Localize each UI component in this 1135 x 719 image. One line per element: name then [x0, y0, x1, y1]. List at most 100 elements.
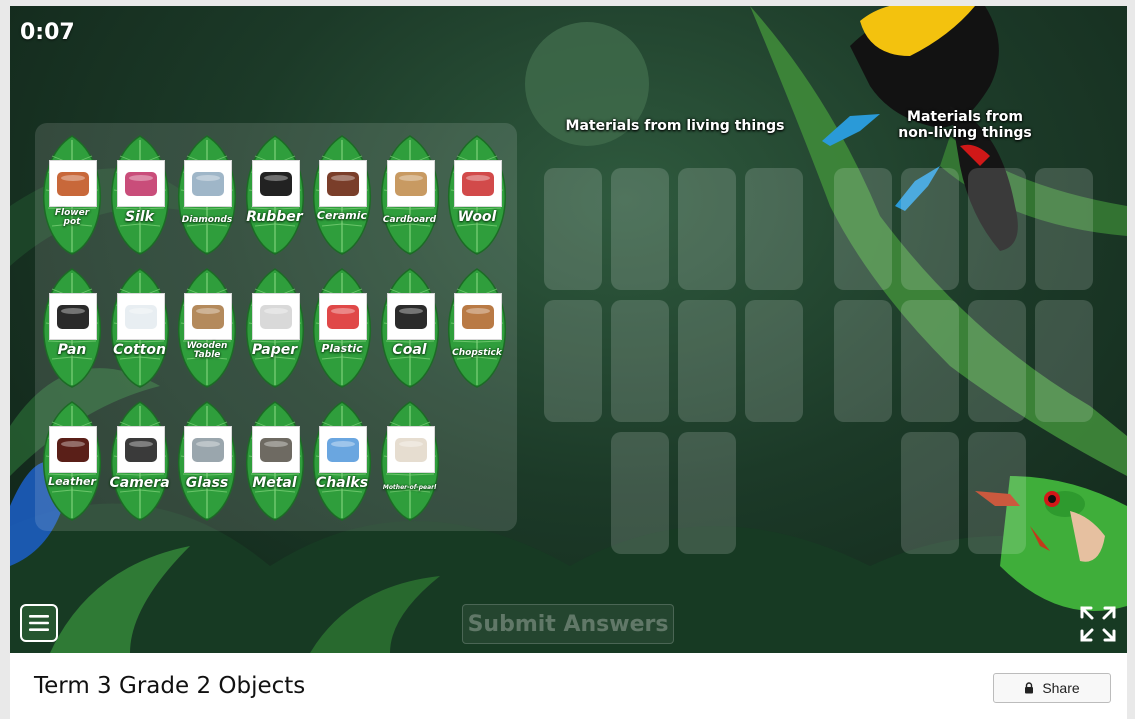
cardboard-box-icon	[394, 171, 427, 196]
plastic-toys-icon	[327, 304, 359, 329]
chalks-icon	[327, 437, 359, 462]
flower-pot-icon	[57, 171, 89, 196]
item-label: Chopstick	[452, 348, 502, 358]
drop-slot-living[interactable]	[678, 168, 736, 290]
drop-slot-living[interactable]	[611, 300, 669, 422]
drop-slot-nonliving[interactable]	[968, 300, 1026, 422]
item-card[interactable]: Cardboard	[380, 134, 440, 256]
item-label: Coal	[392, 342, 427, 358]
item-card[interactable]: Rubber	[245, 134, 305, 256]
item-card[interactable]: Glass	[177, 400, 237, 522]
item-label: Mother-of-pearl	[382, 484, 437, 491]
fullscreen-icon[interactable]	[1078, 604, 1118, 644]
drop-slot-nonliving[interactable]	[901, 168, 959, 290]
item-label: Pan	[57, 342, 87, 358]
item-label: Leather	[48, 475, 96, 488]
item-label: Silk	[125, 209, 154, 225]
item-picture	[386, 426, 435, 473]
item-card[interactable]: Chalks	[312, 400, 372, 522]
category-title-nonliving: Materials from non-living things	[880, 109, 1050, 141]
timer: 0:07	[20, 20, 75, 45]
category-title-nonliving-line2: non-living things	[898, 125, 1032, 142]
item-card[interactable]: Pan	[42, 267, 102, 389]
item-label-line2: Table	[193, 350, 221, 360]
submit-answers-button[interactable]: Submit Answers	[462, 604, 674, 644]
item-label: Cardboard	[382, 215, 437, 225]
game-title: Term 3 Grade 2 Objects	[34, 673, 306, 699]
item-picture	[454, 160, 502, 207]
item-picture	[49, 426, 97, 473]
item-picture	[184, 426, 232, 473]
item-label: Paper	[251, 342, 298, 358]
item-card[interactable]: Chopstick	[447, 267, 507, 389]
item-label: Plastic	[321, 342, 363, 355]
item-card[interactable]: Paper	[245, 267, 305, 389]
footer: Term 3 Grade 2 Objects Share	[10, 653, 1127, 719]
item-card[interactable]: Cotton	[110, 267, 170, 389]
item-picture	[116, 160, 165, 207]
lock-icon	[1025, 682, 1034, 694]
drop-slot-living[interactable]	[745, 168, 803, 290]
diamond-icon	[192, 171, 224, 196]
item-label: Camera	[109, 475, 170, 491]
drop-slot-nonliving[interactable]	[968, 432, 1026, 554]
drop-slot-nonliving[interactable]	[834, 300, 892, 422]
drop-slot-living[interactable]	[745, 300, 803, 422]
drop-slot-nonliving[interactable]	[901, 300, 959, 422]
item-picture	[251, 160, 300, 207]
item-card[interactable]: Silk	[110, 134, 170, 256]
drop-slot-living[interactable]	[544, 300, 602, 422]
drop-slot-nonliving[interactable]	[1035, 168, 1093, 290]
wooden-table-icon	[192, 304, 224, 329]
coal-icon	[394, 304, 427, 329]
item-picture	[116, 426, 165, 473]
hamburger-menu-icon	[29, 615, 49, 631]
ceramic-pot-icon	[327, 171, 359, 196]
leather-shoes-icon	[57, 437, 89, 462]
item-card[interactable]: Leather	[42, 400, 102, 522]
item-card[interactable]: Wool	[447, 134, 507, 256]
drop-slot-living[interactable]	[678, 432, 736, 554]
drop-slot-nonliving[interactable]	[1035, 300, 1093, 422]
drop-slot-living[interactable]	[611, 432, 669, 554]
drop-slot-nonliving[interactable]	[968, 168, 1026, 290]
pan-icon	[57, 304, 89, 329]
item-label: Glass	[185, 475, 229, 491]
item-card[interactable]: Metal	[245, 400, 305, 522]
scrap-metal-icon	[259, 437, 292, 462]
item-picture	[184, 160, 232, 207]
item-picture	[184, 293, 232, 340]
drop-slot-living[interactable]	[611, 168, 669, 290]
item-card[interactable]: Mother-of-pearl	[380, 400, 440, 522]
drop-slot-living[interactable]	[544, 168, 602, 290]
item-card[interactable]: Wooden Table	[177, 267, 237, 389]
tyre-icon	[259, 171, 292, 196]
drop-slot-nonliving[interactable]	[834, 168, 892, 290]
item-picture	[49, 293, 97, 340]
item-card[interactable]: Coal	[380, 267, 440, 389]
drop-slot-living[interactable]	[678, 300, 736, 422]
wine-glass-icon	[192, 437, 224, 462]
item-picture	[319, 293, 367, 340]
item-picture	[454, 293, 502, 340]
camera-icon	[124, 437, 157, 462]
wool-balls-icon	[462, 171, 494, 196]
item-label: Metal	[252, 475, 297, 491]
item-label: Wool	[457, 209, 497, 225]
item-card[interactable]: Diamonds	[177, 134, 237, 256]
item-card[interactable]: Plastic	[312, 267, 372, 389]
item-label: Wooden Table	[177, 342, 237, 360]
cotton-balls-icon	[124, 304, 157, 329]
item-card[interactable]: Flower pot	[42, 134, 102, 256]
drop-slot-nonliving[interactable]	[901, 432, 959, 554]
item-label: Diamonds	[181, 215, 233, 225]
share-label: Share	[1042, 680, 1080, 696]
share-button[interactable]: Share	[993, 673, 1111, 703]
item-label: Ceramic	[316, 209, 368, 222]
silk-icon	[124, 171, 157, 196]
item-card[interactable]: Camera	[110, 400, 170, 522]
menu-button[interactable]	[20, 604, 58, 642]
item-picture	[251, 426, 300, 473]
item-picture	[49, 160, 97, 207]
item-card[interactable]: Ceramic	[312, 134, 372, 256]
